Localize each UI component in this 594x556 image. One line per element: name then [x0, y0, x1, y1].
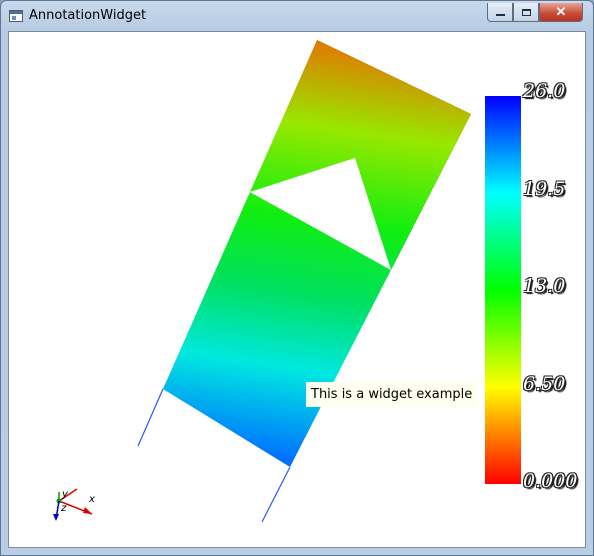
title-bar[interactable]: AnnotationWidget ✕: [1, 1, 593, 31]
minimize-icon: [495, 14, 505, 16]
scalar-bar-label: 0.000: [523, 470, 578, 492]
x-axis-label: x: [88, 494, 95, 505]
close-icon: ✕: [555, 4, 567, 19]
scalar-bar-label: 26.0: [523, 80, 566, 102]
window-title: AnnotationWidget: [29, 8, 147, 23]
colored-mesh-surface: [137, 40, 471, 523]
app-window-icon[interactable]: [9, 10, 23, 22]
minimize-button[interactable]: [487, 3, 513, 22]
scalar-bar: [485, 96, 521, 484]
scalar-bar-label: 13.0: [523, 275, 566, 297]
scalar-bar-label: 6.50: [523, 373, 566, 395]
text-annotation-widget[interactable]: This is a widget example: [306, 382, 478, 407]
scalar-bar-label: 19.5: [523, 178, 566, 200]
close-button[interactable]: ✕: [539, 3, 583, 22]
orientation-axes: x y z: [53, 488, 95, 521]
z-axis-label: z: [60, 503, 67, 514]
maximize-icon: [521, 8, 531, 16]
application-window: AnnotationWidget ✕ 26.0 19.5 13.0 6.50 0…: [0, 0, 594, 556]
maximize-button[interactable]: [513, 3, 539, 22]
render-viewport[interactable]: 26.0 19.5 13.0 6.50 0.000 This is a widg…: [8, 31, 586, 548]
y-axis-label: y: [61, 489, 69, 500]
scene-render: [137, 40, 521, 523]
